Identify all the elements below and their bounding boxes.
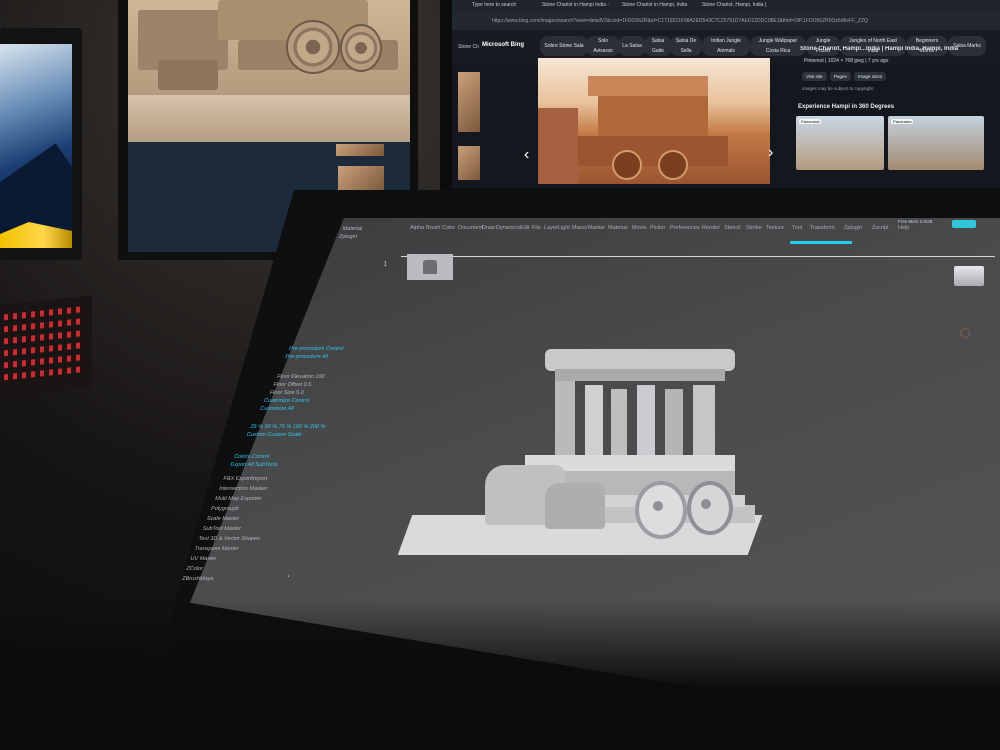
menu-tool[interactable]: Tool bbox=[792, 225, 802, 231]
menu-transform[interactable]: Transform bbox=[810, 225, 835, 231]
chip-3[interactable]: Salsa Gaite bbox=[644, 36, 672, 56]
panel-item-19[interactable]: UV Master bbox=[190, 556, 217, 562]
menu-zplugin[interactable]: Zplugin bbox=[844, 225, 862, 231]
menu-alpha[interactable]: Alpha bbox=[410, 225, 424, 231]
document-thumbnail[interactable] bbox=[407, 254, 453, 280]
menu-preferences[interactable]: Preferences bbox=[670, 225, 700, 231]
panel-item-7[interactable]: 25 % 50 % 75 % 100 % 200 % bbox=[250, 424, 326, 430]
menu-light[interactable]: Light bbox=[558, 225, 570, 231]
menu-render[interactable]: Render bbox=[702, 225, 720, 231]
zbrush-quicksave-button[interactable] bbox=[952, 220, 976, 228]
address-bar[interactable]: https://www.bing.com/images/search?view=… bbox=[452, 14, 1000, 30]
menu-macro[interactable]: Macro bbox=[572, 225, 587, 231]
panel-item-1[interactable]: Pre-procedure All bbox=[285, 354, 329, 360]
menu-edit[interactable]: Edit bbox=[520, 225, 529, 231]
chip-5[interactable]: Indian Jungle Animals bbox=[702, 36, 750, 56]
menu-stroke[interactable]: Stroke bbox=[746, 225, 762, 231]
menu-draw[interactable]: Draw bbox=[482, 225, 495, 231]
tab-3[interactable]: Stone Chariot, Hampi, India | bbox=[702, 2, 772, 14]
menu-color[interactable]: Color bbox=[442, 225, 455, 231]
tab-search[interactable]: Type here to search bbox=[472, 2, 532, 14]
panorama-thumb-2[interactable]: Panorama bbox=[888, 116, 984, 170]
panel-item-18[interactable]: Transpose Master bbox=[194, 546, 239, 552]
image-sizes-button[interactable]: Image sizes bbox=[854, 72, 887, 81]
menu-texture[interactable]: Texture bbox=[766, 225, 784, 231]
desk-surface bbox=[0, 600, 1000, 750]
chip-4[interactable]: Salsa De Sella bbox=[670, 36, 702, 56]
panel-item-15[interactable]: Scale Master bbox=[206, 516, 239, 522]
result-title[interactable]: Stone Chariot, Hampi...India | Hampi Ind… bbox=[800, 46, 1000, 52]
stone-chariot-photo bbox=[128, 0, 410, 142]
tab-2[interactable]: Stone Chariot in Hampi, India bbox=[622, 2, 692, 14]
left-monitor-screen bbox=[0, 44, 72, 248]
panel-item-14[interactable]: Polygroupit bbox=[210, 506, 239, 512]
panel-item-21[interactable]: ZBrushMaya bbox=[181, 576, 213, 582]
panel-item-17[interactable]: Text 3D & Vector Shapes bbox=[198, 536, 260, 542]
copyright-note: Images may be subject to copyright. bbox=[802, 86, 875, 91]
pen-cursor-icon: ↕ bbox=[383, 258, 388, 268]
menu-marker[interactable]: Marker bbox=[588, 225, 605, 231]
panel-item-12[interactable]: Intersection Masker bbox=[219, 486, 268, 492]
panel-item-11[interactable]: FBX ExportImport bbox=[223, 476, 268, 482]
panel-item-16[interactable]: SubTool Master bbox=[202, 526, 241, 532]
panel-item-3[interactable]: Floor Offset 0.5 bbox=[273, 382, 312, 388]
active-menu-indicator bbox=[790, 241, 852, 244]
panel-item-2[interactable]: Floor Elevation 100 bbox=[276, 374, 325, 380]
panel-item-6[interactable]: Customize All bbox=[260, 406, 295, 412]
memory-readout: Free Mem 2.6GB bbox=[898, 219, 933, 224]
photo-scene: Type here to search Stone Chariot in Ham… bbox=[0, 0, 1000, 750]
next-arrow-icon[interactable]: › bbox=[768, 144, 773, 162]
menu-material[interactable]: Material bbox=[608, 225, 628, 231]
menu-picker[interactable]: Picker bbox=[650, 225, 665, 231]
panel-item-0[interactable]: Pre-procedure Control bbox=[288, 346, 344, 352]
panorama-thumb-1[interactable]: Panorama bbox=[796, 116, 884, 170]
menu-zscript[interactable]: Zscript bbox=[872, 225, 889, 231]
panel-item-5[interactable]: Customize Control bbox=[263, 398, 310, 404]
stone-chariot-3d-model[interactable] bbox=[397, 335, 765, 590]
menu-brush[interactable]: Brush bbox=[426, 225, 440, 231]
chip-1[interactable]: Solo Avisaran bbox=[586, 36, 620, 56]
result-thumbnails bbox=[458, 72, 480, 182]
result-meta: Pinterest | 1024 × 768 jpeg | 7 yrs ago bbox=[804, 58, 889, 64]
menu-movie[interactable]: Movie bbox=[632, 225, 647, 231]
panel-item-4[interactable]: Floor Size 5.0 bbox=[269, 390, 304, 396]
tab-bar: Type here to search Stone Chariot in Ham… bbox=[452, 0, 1000, 14]
visit-site-button[interactable]: Visit site bbox=[802, 72, 827, 81]
browser-window: Type here to search Stone Chariot in Ham… bbox=[452, 0, 1000, 188]
chip-2[interactable]: La Salsa bbox=[618, 36, 646, 56]
menu-document[interactable]: Document bbox=[458, 225, 483, 231]
menu-help[interactable]: Help bbox=[898, 225, 909, 231]
gizmo-ring-icon[interactable] bbox=[960, 328, 970, 338]
prev-arrow-icon[interactable]: ‹ bbox=[524, 146, 529, 164]
navigation-cube-icon[interactable] bbox=[954, 266, 984, 286]
chip-6[interactable]: Jungle Wallpaper Costa Rica bbox=[750, 36, 806, 56]
panel-item-8[interactable]: Custom Custom Scale bbox=[246, 432, 302, 438]
panel-material[interactable]: Material bbox=[342, 226, 363, 232]
result-image[interactable] bbox=[538, 58, 770, 184]
bing-logo[interactable]: Microsoft Bing bbox=[482, 42, 524, 48]
menu-stencil[interactable]: Stencil bbox=[724, 225, 741, 231]
tab-1[interactable]: Stone Chariot in Hampi India - bbox=[542, 2, 612, 14]
panel-item-10[interactable]: Export All SubTools bbox=[230, 462, 279, 468]
zbrush-menu-bar: Alpha Brush Color Document Draw Dynamics… bbox=[400, 223, 1000, 237]
section-title: Experience Hampi in 360 Degrees bbox=[798, 104, 895, 110]
panel-item-20[interactable]: ZColor bbox=[186, 566, 204, 572]
url-text: https://www.bing.com/images/search?view=… bbox=[492, 18, 868, 24]
panel-item-9[interactable]: Colors Control bbox=[233, 454, 269, 460]
pages-button[interactable]: Pages bbox=[830, 72, 851, 81]
backlit-keyboard bbox=[0, 295, 92, 397]
menu-file[interactable]: File bbox=[532, 225, 541, 231]
menu-dynamics[interactable]: Dynamics bbox=[496, 225, 520, 231]
panel-zplugin[interactable]: Zplugin bbox=[338, 234, 357, 240]
panel-item-13[interactable]: Multi Map Exporter bbox=[214, 496, 261, 502]
menu-layer[interactable]: Layer bbox=[544, 225, 558, 231]
chip-0[interactable]: Sobre Stone Sala bbox=[540, 36, 588, 56]
side-label: Stone Ch bbox=[458, 44, 479, 50]
